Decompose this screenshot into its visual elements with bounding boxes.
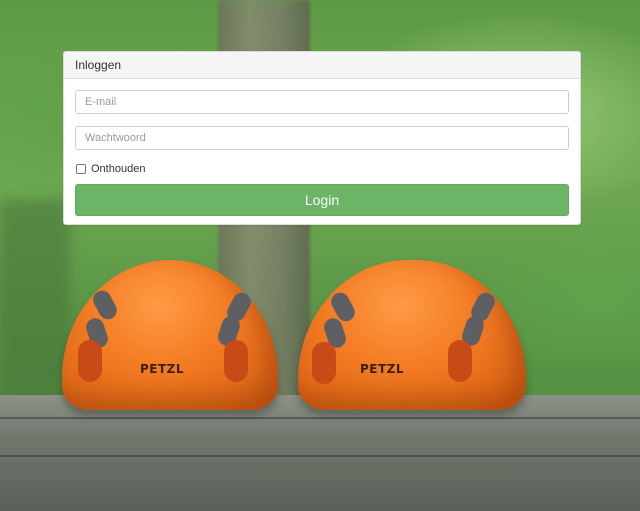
remember-me-label: Onthouden [91,163,146,175]
remember-me-option[interactable]: Onthouden [75,162,569,176]
table-plank-line [0,417,640,419]
helmet-brand-logo: PETZL [360,362,405,376]
login-button[interactable]: Login [75,184,569,216]
wooden-table [0,395,640,511]
table-plank-line [0,455,640,457]
password-input[interactable] [75,126,569,150]
email-input[interactable] [75,90,569,114]
helmet-right: PETZL [298,260,526,410]
helmet-brand-logo: PETZL [140,362,185,376]
panel-heading: Inloggen [64,52,580,79]
helmet-pad [224,340,248,382]
login-panel: Inloggen Onthouden Login [63,51,581,225]
helmet-pad [448,340,472,382]
helmet-pad [312,342,336,384]
login-form: Onthouden Login [64,79,580,216]
remember-me-checkbox[interactable] [76,164,86,174]
helmet-pad [78,340,102,382]
panel-title: Inloggen [75,58,122,72]
